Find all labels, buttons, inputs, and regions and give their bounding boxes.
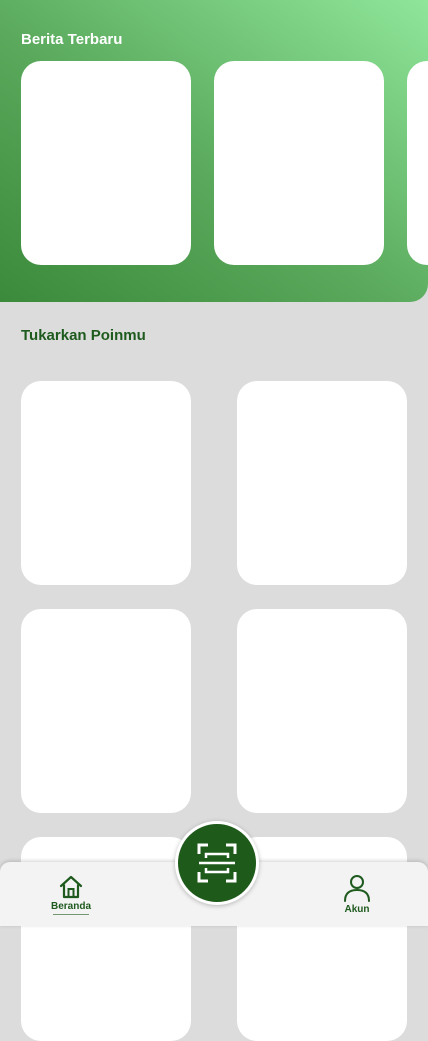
news-section-title: Berita Terbaru [21, 31, 123, 48]
reward-card[interactable] [21, 609, 191, 813]
news-card[interactable] [214, 61, 384, 265]
reward-card[interactable] [237, 381, 407, 585]
home-icon [59, 875, 83, 899]
reward-card[interactable] [21, 381, 191, 585]
scan-icon [197, 843, 237, 883]
reward-card[interactable] [237, 609, 407, 813]
nav-label-account: Akun [344, 904, 370, 915]
nav-item-account[interactable]: Akun [342, 873, 372, 915]
news-card[interactable] [21, 61, 191, 265]
rewards-section-title: Tukarkan Poinmu [21, 327, 146, 344]
nav-item-home[interactable]: Beranda [51, 874, 91, 915]
news-section: Berita Terbaru [0, 0, 428, 302]
news-card[interactable] [407, 61, 428, 265]
user-icon [344, 875, 370, 902]
nav-label-home: Beranda [51, 901, 92, 912]
active-indicator [53, 914, 89, 915]
scan-button[interactable] [175, 821, 259, 905]
